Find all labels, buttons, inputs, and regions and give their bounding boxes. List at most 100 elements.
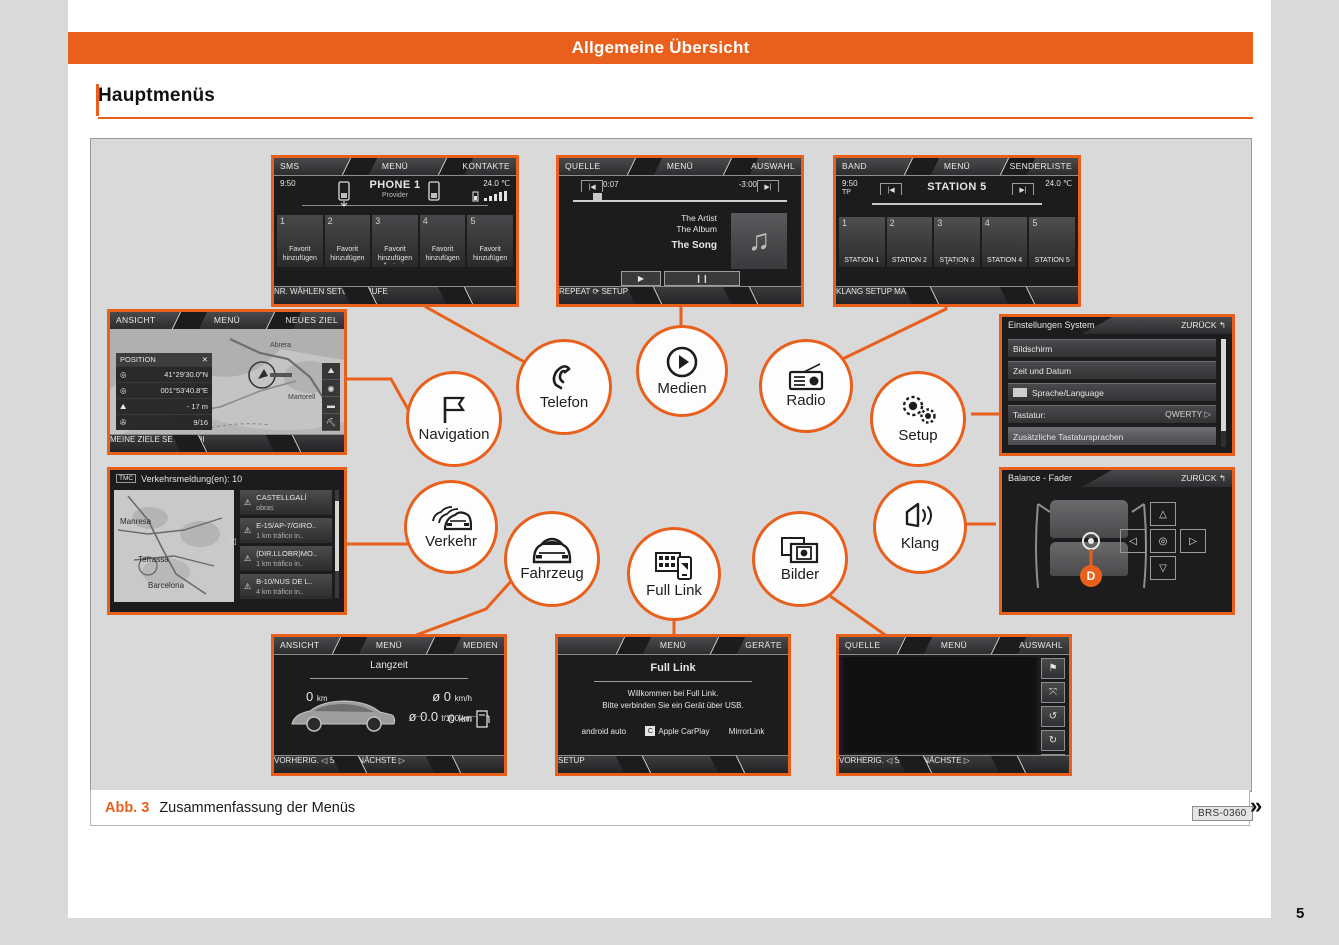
menu-node-bilder[interactable]: Bilder xyxy=(752,511,848,607)
pictures-prev-button[interactable]: VORHERIG. xyxy=(839,756,884,765)
pictures-screen[interactable]: QUELLE MENÜ AUSWAHL ⚑ ⤧ ↺ ↻ ▶ VORHERIG. … xyxy=(836,634,1072,776)
vehicle-next-button[interactable]: NÄCHSTE xyxy=(358,756,396,765)
pictures-top-right-button[interactable]: AUSWAHL xyxy=(1019,640,1063,650)
vehicle-top-left-button[interactable]: ANSICHT xyxy=(280,640,319,650)
phone-top-left-button[interactable]: SMS xyxy=(280,161,299,171)
media-progress-knob[interactable] xyxy=(593,193,602,200)
menu-node-fahrzeug[interactable]: Fahrzeug xyxy=(504,511,600,607)
play-button[interactable]: ▶ xyxy=(621,271,661,286)
vehicle-screen[interactable]: ANSICHT MENÜ MEDIEN Langzeit 0 km 0:00 h… xyxy=(271,634,507,776)
radio-top-left-button[interactable]: BAND xyxy=(842,161,867,171)
back-button[interactable]: ZURÜCK ↰ xyxy=(1181,473,1226,484)
rotate-cw-icon[interactable]: ↻ xyxy=(1041,730,1065,751)
settings-row[interactable]: Tastatur: QWERTY ▷ xyxy=(1008,405,1216,423)
close-icon[interactable]: ✕ xyxy=(202,355,208,364)
media-progress-bar[interactable] xyxy=(573,200,787,202)
dpad-left-button[interactable]: ◁ xyxy=(1120,529,1146,553)
navigation-screen[interactable]: ANSICHT MENÜ NEUES ZIEL Abrera Martorell… xyxy=(107,309,347,455)
balance-fader-screen[interactable]: Balance - Fader ZURÜCK ↰ D △ ◁ ◎ ▷ ▽ xyxy=(999,467,1235,615)
media-screen[interactable]: QUELLE MENÜ AUSWAHL |◀ ▶| 0:07 -3:00 The… xyxy=(556,155,804,307)
traffic-screen[interactable]: TMC Verkehrsmeldung(en): 10 Manresa Terr… xyxy=(107,467,347,615)
vehicle-top-right-button[interactable]: MEDIEN xyxy=(463,640,498,650)
menu-node-navigation[interactable]: Navigation xyxy=(406,371,502,467)
dpad-center-button[interactable]: ◎ xyxy=(1150,529,1176,553)
favorite-line1: Favorit xyxy=(479,246,501,253)
settings-screen[interactable]: Einstellungen System ZURÜCK ↰ Bildschirm… xyxy=(999,314,1235,456)
radio-top-center-button[interactable]: MENÜ xyxy=(944,161,970,171)
radio-top-right-button[interactable]: SENDERLISTE xyxy=(1010,161,1072,171)
settings-row-label: Zusätzliche Tastatursprachen xyxy=(1013,431,1124,442)
nav-top-left-button[interactable]: ANSICHT xyxy=(116,315,155,325)
vehicle-avg-speed: ø 0 xyxy=(432,689,452,704)
nav-top-right-button[interactable]: NEUES ZIEL xyxy=(285,315,338,325)
phone-top-center-button[interactable]: MENÜ xyxy=(382,161,408,171)
nav-top-center-button[interactable]: MENÜ xyxy=(214,315,240,325)
map-collapse-icon[interactable]: ◁ xyxy=(229,536,236,547)
traffic-scrollbar[interactable] xyxy=(335,490,339,598)
menu-node-verkehr[interactable]: Verkehr xyxy=(404,480,498,574)
traffic-message-list[interactable]: ⚠ CASTELLGALÍ obras ⚠ E-15/AP-7/GIRO.. 1… xyxy=(240,490,332,599)
menu-node-medien[interactable]: Medien xyxy=(636,325,728,417)
media-top-right-button[interactable]: AUSWAHL xyxy=(751,161,795,171)
balance-dpad[interactable]: △ ◁ ◎ ▷ ▽ xyxy=(1120,502,1206,580)
phone-grid-icon xyxy=(654,549,694,581)
media-top-left-button[interactable]: QUELLE xyxy=(565,161,600,171)
fulllink-screen[interactable]: MENÜ GERÄTE Full Link Willkommen bei Ful… xyxy=(555,634,791,776)
figure-code: BRS-0360 xyxy=(1192,806,1253,821)
pause-button[interactable]: ❙❙ xyxy=(664,271,740,286)
balance-marker-icon[interactable]: D xyxy=(1074,532,1108,592)
back-button[interactable]: ZURÜCK ↰ xyxy=(1181,320,1226,331)
settings-row-selected[interactable]: Zusätzliche Tastatursprachen xyxy=(1008,427,1216,445)
fulllink-setup-button[interactable]: SETUP xyxy=(558,756,585,765)
settings-row[interactable]: Sprache/Language xyxy=(1008,383,1216,401)
map-compass-icon[interactable]: ◉ xyxy=(322,380,340,397)
traffic-map[interactable]: Manresa Terrassa Barcelona ◁ xyxy=(114,490,236,602)
pictures-next-button[interactable]: NÄCHSTE xyxy=(923,756,961,765)
settings-row[interactable]: Zeit und Datum xyxy=(1008,361,1216,379)
radio-bottom-center-button[interactable]: SETUP xyxy=(865,287,892,296)
phone-top-right-button[interactable]: KONTAKTE xyxy=(462,161,510,171)
vehicle-top-center-button[interactable]: MENÜ xyxy=(376,640,402,650)
phone-bottom-left-button[interactable]: NR. WÄHLEN xyxy=(274,287,324,296)
flag-icon[interactable]: ⚑ xyxy=(1041,658,1065,679)
menu-node-label: Verkehr xyxy=(425,533,477,550)
menu-node-fulllink[interactable]: Full Link xyxy=(627,527,721,621)
menu-node-setup[interactable]: Setup xyxy=(870,371,966,467)
nav-position-popup[interactable]: POSITION ✕ ◎ 41°29'30.0"N ◎ 001°53'40.8"… xyxy=(116,353,212,430)
previous-track-button[interactable]: |◀ xyxy=(581,180,603,192)
fulllink-top-right-button[interactable]: GERÄTE xyxy=(745,640,782,650)
fulllink-top-center-button[interactable]: MENÜ xyxy=(660,640,686,650)
next-page-chevron[interactable]: » xyxy=(1250,793,1262,819)
pictures-top-left-button[interactable]: QUELLE xyxy=(845,640,880,650)
map-zoom-icon[interactable]: ⛰ xyxy=(322,363,340,380)
traffic-list-item[interactable]: ⚠ B-10/NUS DE L.. 4 km tráfico in.. xyxy=(240,574,332,599)
rotate-ccw-icon[interactable]: ↺ xyxy=(1041,706,1065,727)
phone-screen[interactable]: SMS MENÜ KONTAKTE 9:50 24.0 ℃ PHONE 1 Pr… xyxy=(271,155,519,307)
map-scale-icon[interactable]: ▬ xyxy=(322,397,340,414)
traffic-list-item[interactable]: ⚠ (DIR.LLOBR)MO.. 1 km tráfico in.. xyxy=(240,546,332,571)
dpad-down-button[interactable]: ▽ xyxy=(1150,556,1176,580)
media-repeat-button[interactable]: REPEAT xyxy=(559,287,590,296)
media-top-center-button[interactable]: MENÜ xyxy=(667,161,693,171)
radio-screen[interactable]: BAND MENÜ SENDERLISTE 9:50 TP 24.0 ℃ |◀ … xyxy=(833,155,1081,307)
radio-bottom-left-button[interactable]: KLANG xyxy=(836,287,863,296)
settings-header: Einstellungen System ZURÜCK ↰ xyxy=(1002,317,1232,334)
media-setup-button[interactable]: SETUP xyxy=(601,287,628,296)
pictures-top-center-button[interactable]: MENÜ xyxy=(941,640,967,650)
settings-scrollbar[interactable] xyxy=(1221,339,1226,447)
dpad-up-button[interactable]: △ xyxy=(1150,502,1176,526)
nav-bottom-left-button[interactable]: MEINE ZIELE xyxy=(110,435,160,444)
menu-node-radio[interactable]: Radio xyxy=(759,339,853,433)
fullscreen-icon[interactable]: ⤧ xyxy=(1041,682,1065,703)
vehicle-prev-button[interactable]: VORHERIG. xyxy=(274,756,319,765)
menu-node-telefon[interactable]: Telefon xyxy=(516,339,612,435)
settings-row-label: Bildschirm xyxy=(1013,343,1053,354)
menu-node-klang[interactable]: Klang xyxy=(873,480,967,574)
picture-stage[interactable] xyxy=(843,657,1037,753)
settings-row[interactable]: Bildschirm xyxy=(1008,339,1216,357)
traffic-list-item[interactable]: ⚠ E-15/AP-7/GIRO.. 1 km tráfico in.. xyxy=(240,518,332,543)
map-poi-icon[interactable]: ⛏ xyxy=(322,414,340,431)
dpad-right-button[interactable]: ▷ xyxy=(1180,529,1206,553)
next-track-button[interactable]: ▶| xyxy=(757,180,779,192)
traffic-list-item[interactable]: ⚠ CASTELLGALÍ obras xyxy=(240,490,332,515)
